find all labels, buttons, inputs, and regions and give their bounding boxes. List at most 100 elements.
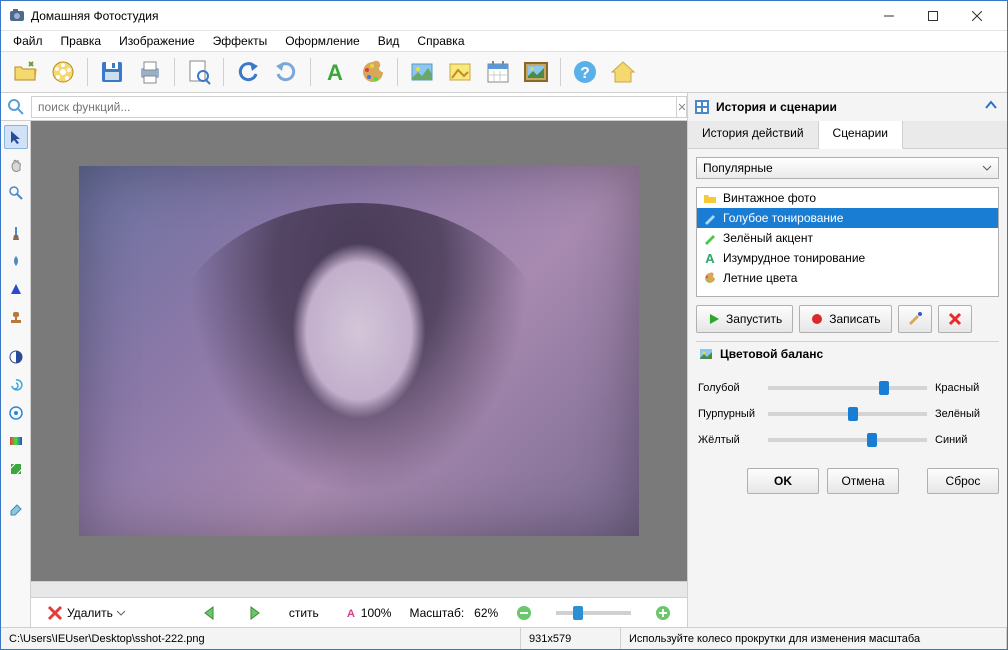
text-icon[interactable]: A — [317, 54, 353, 90]
undo-icon[interactable] — [230, 54, 266, 90]
slider-blue[interactable] — [768, 432, 927, 448]
window-title: Домашняя Фотостудия — [31, 9, 867, 23]
minus-icon — [516, 605, 532, 621]
scenario-item[interactable]: Летние цвета — [697, 268, 998, 288]
menu-design[interactable]: Оформление — [277, 32, 367, 50]
record-button[interactable]: Записать — [799, 305, 891, 333]
run-button[interactable]: Запустить — [696, 305, 793, 333]
scenario-item-selected[interactable]: Голубое тонирование — [697, 208, 998, 228]
zoom-label: Масштаб: — [409, 606, 464, 620]
search-row: История и сценарии — [1, 93, 1007, 121]
search-input[interactable] — [31, 96, 677, 118]
save-icon[interactable] — [94, 54, 130, 90]
arrow-tool-icon[interactable] — [4, 125, 28, 149]
arrow-left-icon — [201, 604, 219, 622]
home-icon[interactable] — [605, 54, 641, 90]
statusbar: C:\Users\IEUser\Desktop\sshot-222.png 93… — [1, 627, 1007, 649]
zoom-in-button[interactable] — [647, 602, 679, 624]
zoom-tool-icon[interactable] — [4, 181, 28, 205]
redo-icon[interactable] — [268, 54, 304, 90]
play-icon — [707, 312, 721, 326]
swirl-tool-icon[interactable] — [4, 373, 28, 397]
menu-image[interactable]: Изображение — [111, 32, 203, 50]
panel-header: История и сценарии — [687, 93, 1007, 121]
contrast-tool-icon[interactable] — [4, 345, 28, 369]
palette-icon[interactable] — [355, 54, 391, 90]
minimize-button[interactable] — [867, 2, 911, 30]
stamp-tool-icon[interactable] — [4, 305, 28, 329]
frame-icon[interactable] — [518, 54, 554, 90]
svg-text:A: A — [705, 251, 715, 265]
eraser-tool-icon[interactable] — [4, 497, 28, 521]
search-dropdown-icon[interactable] — [677, 96, 687, 118]
scenario-item[interactable]: Винтажное фото — [697, 188, 998, 208]
maximize-button[interactable] — [911, 2, 955, 30]
titlebar: Домашняя Фотостудия — [1, 1, 1007, 31]
hand-tool-icon[interactable] — [4, 153, 28, 177]
menu-effects[interactable]: Эффекты — [205, 32, 276, 50]
balance-controls: Голубой Красный Пурпурный Зелёный Жёлтый… — [696, 374, 999, 454]
delete-scenario-button[interactable] — [938, 305, 972, 333]
record-icon — [810, 312, 824, 326]
open-icon[interactable] — [7, 54, 43, 90]
menu-help[interactable]: Справка — [409, 32, 472, 50]
balance-row-red: Голубой Красный — [698, 380, 997, 396]
balance-icon — [698, 346, 714, 362]
category-combo[interactable]: Популярные — [696, 157, 999, 179]
slider-green[interactable] — [768, 406, 927, 422]
tab-scenarios[interactable]: Сценарии — [819, 121, 903, 149]
palette-icon — [703, 271, 717, 285]
cone-tool-icon[interactable] — [4, 277, 28, 301]
plus-icon — [655, 605, 671, 621]
canvas-viewport[interactable] — [31, 121, 687, 581]
balance-row-green: Пурпурный Зелёный — [698, 406, 997, 422]
chevron-down-icon — [982, 163, 992, 173]
reset-button[interactable]: Сброс — [927, 468, 999, 494]
svg-text:?: ? — [580, 65, 590, 82]
delete-button[interactable]: Удалить — [39, 602, 133, 624]
menu-file[interactable]: Файл — [5, 32, 51, 50]
status-path: C:\Users\IEUser\Desktop\sshot-222.png — [1, 628, 521, 649]
prev-button[interactable] — [193, 601, 227, 625]
target-tool-icon[interactable] — [4, 401, 28, 425]
main-area: Удалить стить A 100% Масштаб: 62% Истори… — [1, 121, 1007, 627]
combo-value: Популярные — [703, 161, 982, 175]
status-hint: Используйте колесо прокрутки для изменен… — [621, 628, 1007, 649]
scale-100-button[interactable]: A 100% — [337, 603, 400, 623]
crop-tool-icon[interactable] — [4, 457, 28, 481]
collapse-icon[interactable] — [985, 99, 1001, 115]
brush-tool-icon[interactable] — [4, 221, 28, 245]
scenario-list[interactable]: Винтажное фото Голубое тонирование Зелён… — [696, 187, 999, 297]
zoom-out-button[interactable] — [508, 602, 540, 624]
zoom-slider[interactable] — [556, 611, 631, 615]
fill-tool-icon[interactable] — [4, 249, 28, 273]
slider-red[interactable] — [768, 380, 927, 396]
chevron-down-icon — [117, 609, 125, 617]
menubar: Файл Правка Изображение Эффекты Оформлен… — [1, 31, 1007, 51]
edit-scenario-button[interactable] — [898, 305, 932, 333]
panel-icon — [694, 99, 710, 115]
film-icon[interactable] — [45, 54, 81, 90]
calendar-icon[interactable] — [480, 54, 516, 90]
fit-button[interactable]: стить — [281, 603, 327, 623]
gradient-tool-icon[interactable] — [4, 429, 28, 453]
x-icon — [947, 311, 963, 327]
search-icon — [1, 98, 31, 116]
image-icon[interactable] — [404, 54, 440, 90]
folder-icon — [703, 191, 717, 205]
close-button[interactable] — [955, 2, 999, 30]
menu-view[interactable]: Вид — [370, 32, 408, 50]
horizontal-scrollbar[interactable] — [31, 581, 687, 597]
tab-history[interactable]: История действий — [688, 121, 819, 148]
ok-button[interactable]: OK — [747, 468, 819, 494]
scenario-item[interactable]: A Изумрудное тонирование — [697, 248, 998, 268]
help-icon[interactable]: ? — [567, 54, 603, 90]
scenario-item[interactable]: Зелёный акцент — [697, 228, 998, 248]
menu-edit[interactable]: Правка — [53, 32, 110, 50]
morph-icon[interactable] — [442, 54, 478, 90]
preview-icon[interactable] — [181, 54, 217, 90]
next-button[interactable] — [237, 601, 271, 625]
balance-row-blue: Жёлтый Синий — [698, 432, 997, 448]
print-icon[interactable] — [132, 54, 168, 90]
cancel-button[interactable]: Отмена — [827, 468, 899, 494]
